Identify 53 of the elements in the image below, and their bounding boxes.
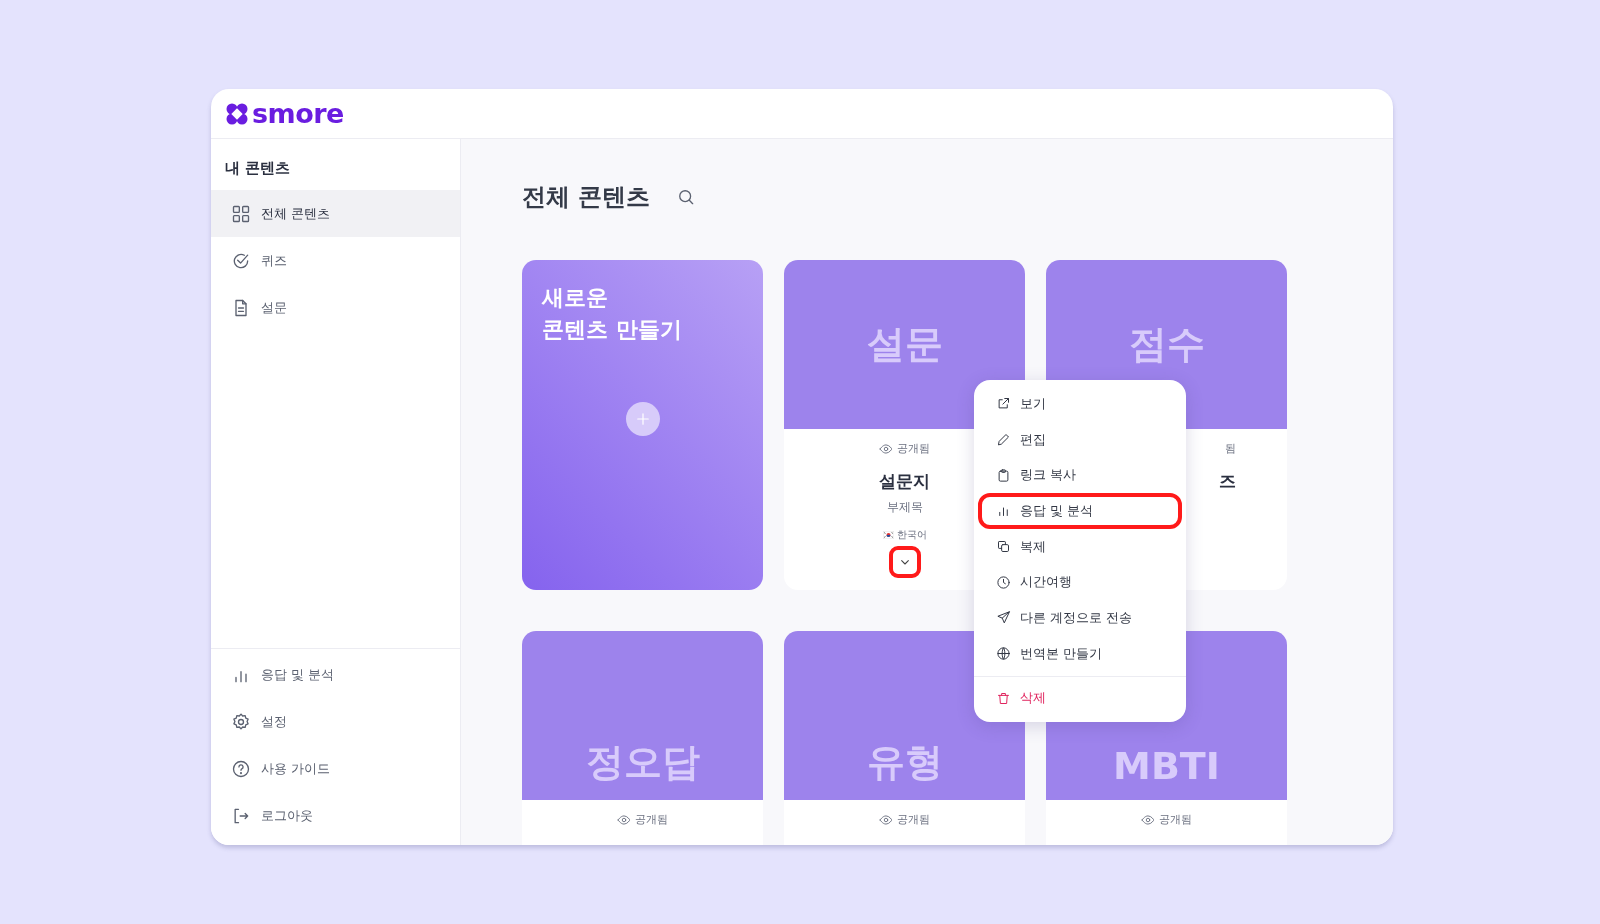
settings-icon	[231, 711, 251, 732]
content-title: 설문지	[879, 470, 930, 493]
content-title: 즈	[1219, 470, 1236, 493]
clipboard-icon	[996, 467, 1011, 483]
visibility-status: 공개됨	[635, 812, 668, 827]
eye-icon	[879, 441, 893, 456]
menu-item[interactable]: 복제	[978, 528, 1182, 565]
eye-icon	[879, 812, 893, 827]
menu-item[interactable]: 시간여행	[978, 564, 1182, 601]
menu-item[interactable]: 번역본 만들기	[978, 635, 1182, 672]
flag-icon	[882, 531, 894, 539]
page-title: 전체 콘텐츠	[522, 182, 651, 213]
cover-title: 설문	[866, 321, 943, 368]
send-icon	[996, 610, 1011, 626]
cover-title: 점수	[1128, 321, 1205, 368]
clock-icon	[996, 574, 1011, 590]
globe-icon	[996, 646, 1011, 662]
sidebar-item[interactable]: 응답 및 분석	[211, 651, 460, 698]
logo-text[interactable]: smore	[252, 98, 344, 129]
menu-item[interactable]: 보기	[978, 386, 1182, 422]
logo-icon	[225, 101, 249, 126]
visibility-status: 됨	[1225, 441, 1236, 456]
help-icon	[231, 758, 251, 779]
sidebar-heading: 내 콘텐츠	[224, 158, 292, 179]
eye-icon	[1141, 812, 1155, 827]
create-content-title: 새로운 콘텐츠 만들기	[542, 284, 683, 344]
add-button[interactable]	[625, 402, 660, 436]
menu-item[interactable]: 삭제	[978, 680, 1182, 717]
sidebar-item[interactable]: 로그아웃	[211, 792, 460, 839]
language-label: 한국어	[896, 528, 927, 542]
pencil-icon	[996, 432, 1011, 448]
visibility-status: 공개됨	[897, 441, 930, 456]
sidebar-item[interactable]: 설정	[211, 698, 460, 745]
trash-icon	[996, 690, 1011, 706]
menu-item[interactable]: 응답 및 분석	[978, 493, 1182, 529]
eye-icon	[617, 812, 631, 827]
copy-icon	[996, 539, 1011, 555]
cover-title: 정오답	[585, 739, 700, 786]
sidebar-item[interactable]: 전체 콘텐츠	[211, 190, 460, 237]
visibility-status: 공개됨	[897, 812, 930, 827]
cover-title: MBTI	[1113, 744, 1220, 788]
external-link-icon	[996, 396, 1011, 412]
content-subtitle: 부제목	[886, 499, 923, 516]
grid-icon	[231, 203, 251, 224]
visibility-status: 공개됨	[1159, 812, 1192, 827]
sidebar-item[interactable]: 설문	[211, 284, 460, 331]
menu-item[interactable]: 링크 복사	[978, 457, 1182, 494]
menu-item[interactable]: 다른 계정으로 전송	[978, 600, 1182, 636]
cover-title: 유형	[866, 739, 943, 786]
sidebar-item[interactable]: 사용 가이드	[211, 745, 460, 792]
dropdown-button[interactable]	[888, 546, 921, 578]
sidebar-item[interactable]: 퀴즈	[211, 237, 460, 284]
menu-item[interactable]: 편집	[978, 421, 1182, 458]
